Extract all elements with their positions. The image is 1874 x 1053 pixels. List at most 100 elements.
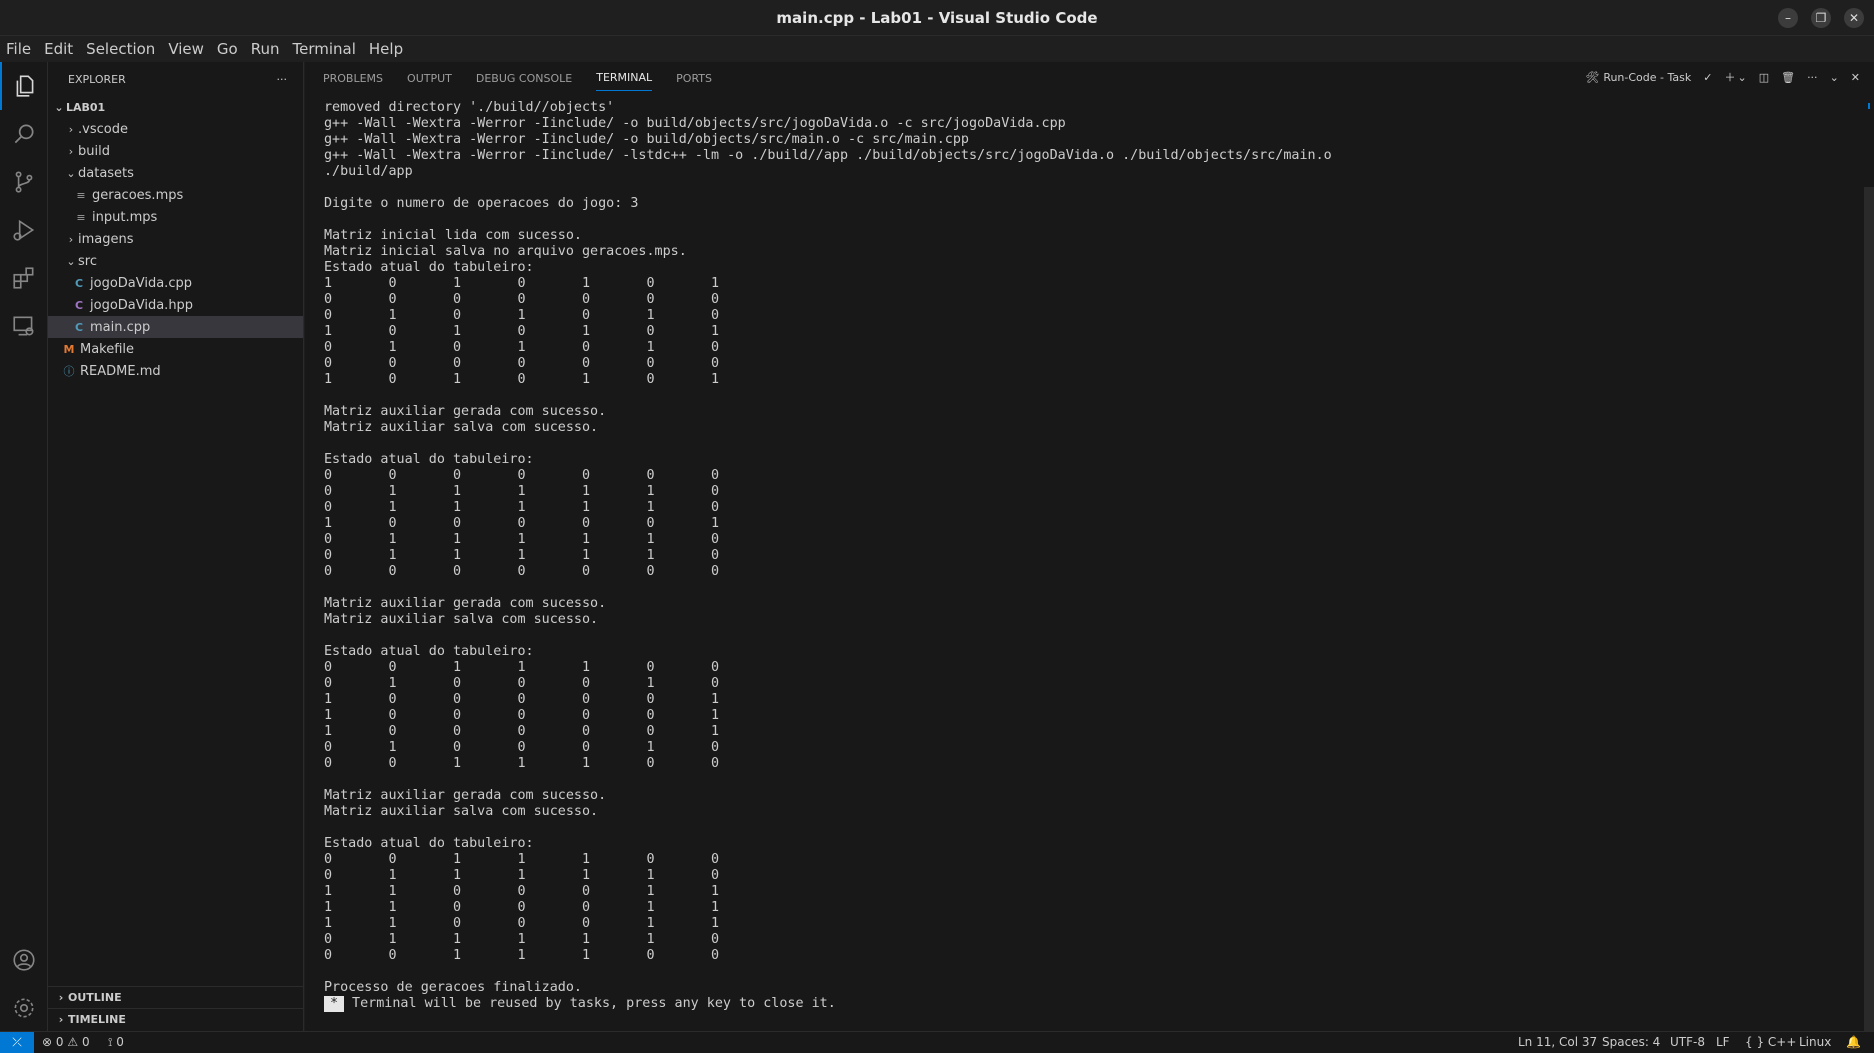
terminal-line: Matriz auxiliar gerada com sucesso. — [324, 596, 607, 611]
maximize-panel-icon[interactable]: ⌄ — [1830, 71, 1839, 84]
explorer-title: EXPLORER — [68, 72, 126, 86]
terminal-line: 1 0 0 0 0 0 1 — [324, 708, 720, 723]
terminal-line: Estado atual do tabuleiro: — [324, 836, 534, 851]
terminal-line: 0 1 1 1 1 1 0 — [324, 548, 720, 563]
tree-item-src[interactable]: ⌄ src — [48, 250, 303, 272]
tree-item-datasets[interactable]: ⌄ datasets — [48, 162, 303, 184]
terminal-line: 1 0 0 0 0 0 1 — [324, 692, 720, 707]
terminal-output[interactable]: removed directory './build//objects' g++ … — [324, 100, 1854, 1031]
terminal-line: 1 0 0 0 0 0 1 — [324, 516, 720, 531]
terminal-line: 0 0 0 0 0 0 0 — [324, 292, 720, 307]
settings-gear-icon[interactable] — [0, 984, 48, 1032]
check-icon: ✓ — [1703, 70, 1713, 84]
tree-item-imagens[interactable]: › imagens — [48, 228, 303, 250]
menu-help[interactable]: Help — [369, 40, 403, 58]
platform[interactable]: Linux — [1799, 1035, 1831, 1049]
terminal-line: ./build/app — [324, 164, 413, 179]
warning-count: 0 — [81, 1035, 90, 1049]
terminal-line: 1 0 0 0 0 0 1 — [324, 724, 720, 739]
tab-terminal[interactable]: TERMINAL — [596, 65, 653, 91]
chevron-down-icon: ⌄ — [66, 254, 76, 268]
menu-selection[interactable]: Selection — [86, 40, 155, 58]
menu-edit[interactable]: Edit — [44, 40, 73, 58]
search-icon[interactable] — [0, 110, 48, 158]
close-panel-icon[interactable]: ✕ — [1851, 71, 1860, 84]
menu-run[interactable]: Run — [251, 40, 280, 58]
menu-file[interactable]: File — [6, 40, 31, 58]
indentation[interactable]: Spaces: 4 — [1602, 1035, 1660, 1049]
window-title: main.cpp - Lab01 - Visual Studio Code — [776, 9, 1098, 27]
minimize-icon[interactable]: – — [1778, 8, 1798, 28]
more-actions-icon[interactable]: ··· — [1807, 71, 1818, 84]
new-terminal-icon[interactable]: ＋ — [1724, 69, 1735, 85]
tab-output[interactable]: OUTPUT — [407, 66, 452, 91]
explorer-more-icon[interactable]: ··· — [277, 73, 288, 86]
activity-bar — [0, 62, 48, 1031]
remote-explorer-icon[interactable] — [0, 302, 48, 350]
notifications-bell-icon[interactable]: 🔔 — [1846, 1035, 1861, 1049]
terminal-scrollbar[interactable] — [1864, 187, 1874, 1031]
tree-item-jogodavida-hpp[interactable]: CjogoDaVida.hpp — [48, 294, 303, 316]
terminal-line: Estado atual do tabuleiro: — [324, 260, 534, 275]
tab-problems[interactable]: PROBLEMS — [323, 66, 383, 91]
explorer-sidebar: EXPLORER ··· ⌄ LAB01 › .vscode › build ⌄ dat… — [48, 62, 304, 1031]
tree-item-label: imagens — [78, 231, 134, 247]
split-terminal-icon[interactable]: ◫ — [1759, 71, 1769, 84]
tree-item-label: src — [78, 253, 97, 269]
language-label: C++ — [1767, 1035, 1797, 1049]
terminal-line: Matriz auxiliar salva com sucesso. — [324, 804, 599, 819]
tree-root-lab01[interactable]: ⌄ LAB01 — [48, 96, 303, 118]
menu-go[interactable]: Go — [217, 40, 238, 58]
tree-item-input[interactable]: ≡ input.mps — [48, 206, 303, 228]
terminal-line: 0 1 0 0 0 1 0 — [324, 740, 720, 755]
chevron-down-icon[interactable]: ⌄ — [1737, 71, 1746, 84]
encoding[interactable]: UTF-8 — [1670, 1035, 1705, 1049]
cursor-position[interactable]: Ln 11, Col 37 — [1518, 1035, 1597, 1049]
tree-item-build[interactable]: › build — [48, 140, 303, 162]
restore-icon[interactable]: ❐ — [1811, 8, 1831, 28]
tree-item-readme[interactable]: ⓘ README.md — [48, 360, 303, 382]
line-ending[interactable]: LF — [1716, 1035, 1730, 1049]
extensions-icon[interactable] — [0, 254, 48, 302]
ports-count: 0 — [116, 1035, 124, 1049]
chevron-right-icon: › — [68, 144, 74, 158]
outline-section[interactable]: › OUTLINE — [48, 986, 304, 1008]
tree-item-geracoes[interactable]: ≡ geracoes.mps — [48, 184, 303, 206]
tree-item-main-cpp[interactable]: Cmain.cpp — [48, 316, 303, 338]
trash-icon[interactable]: 🗑 — [1781, 71, 1795, 84]
ports-status[interactable]: ⟟ 0 — [108, 1035, 124, 1050]
terminal-line: 1 0 1 0 1 0 1 — [324, 372, 720, 387]
remote-indicator-icon[interactable]: ⤫ — [0, 1032, 34, 1053]
source-control-icon[interactable] — [0, 158, 48, 206]
terminal-line: Matriz inicial lida com sucesso. — [324, 228, 582, 243]
tab-ports[interactable]: PORTS — [676, 66, 712, 91]
tree-item-label: datasets — [78, 165, 134, 181]
menu-view[interactable]: View — [168, 40, 204, 58]
terminal-line: 0 0 1 1 1 0 0 — [324, 948, 720, 963]
tree-item-vscode[interactable]: › .vscode — [48, 118, 303, 140]
terminal-line: Estado atual do tabuleiro: — [324, 452, 534, 467]
close-window-icon[interactable]: ✕ — [1844, 8, 1864, 28]
task-label[interactable]: Run-Code - Task — [1603, 71, 1691, 84]
timeline-section[interactable]: › TIMELINE — [48, 1008, 304, 1030]
tree-item-label: Makefile — [80, 341, 135, 357]
tree-item-jogodavida-cpp[interactable]: CjogoDaVida.cpp — [48, 272, 303, 294]
run-debug-icon[interactable] — [0, 206, 48, 254]
problems-status[interactable]: ⊗ 0 ⚠ 0 — [42, 1035, 90, 1049]
tree-item-makefile[interactable]: M Makefile — [48, 338, 303, 360]
terminal-line: 0 0 1 1 1 0 0 — [324, 852, 720, 867]
terminal-line: 1 0 1 0 1 0 1 — [324, 276, 720, 291]
terminal-line: 0 0 1 1 1 0 0 — [324, 660, 720, 675]
terminal-line: 0 1 1 1 1 1 0 — [324, 484, 720, 499]
language-mode[interactable]: { } C++ — [1745, 1035, 1796, 1049]
menu-terminal[interactable]: Terminal — [293, 40, 356, 58]
tab-debug-console[interactable]: DEBUG CONSOLE — [476, 66, 572, 91]
explorer-icon[interactable] — [0, 62, 48, 110]
account-icon[interactable] — [0, 936, 48, 984]
tree-item-label: jogoDaVida.cpp — [90, 275, 192, 291]
